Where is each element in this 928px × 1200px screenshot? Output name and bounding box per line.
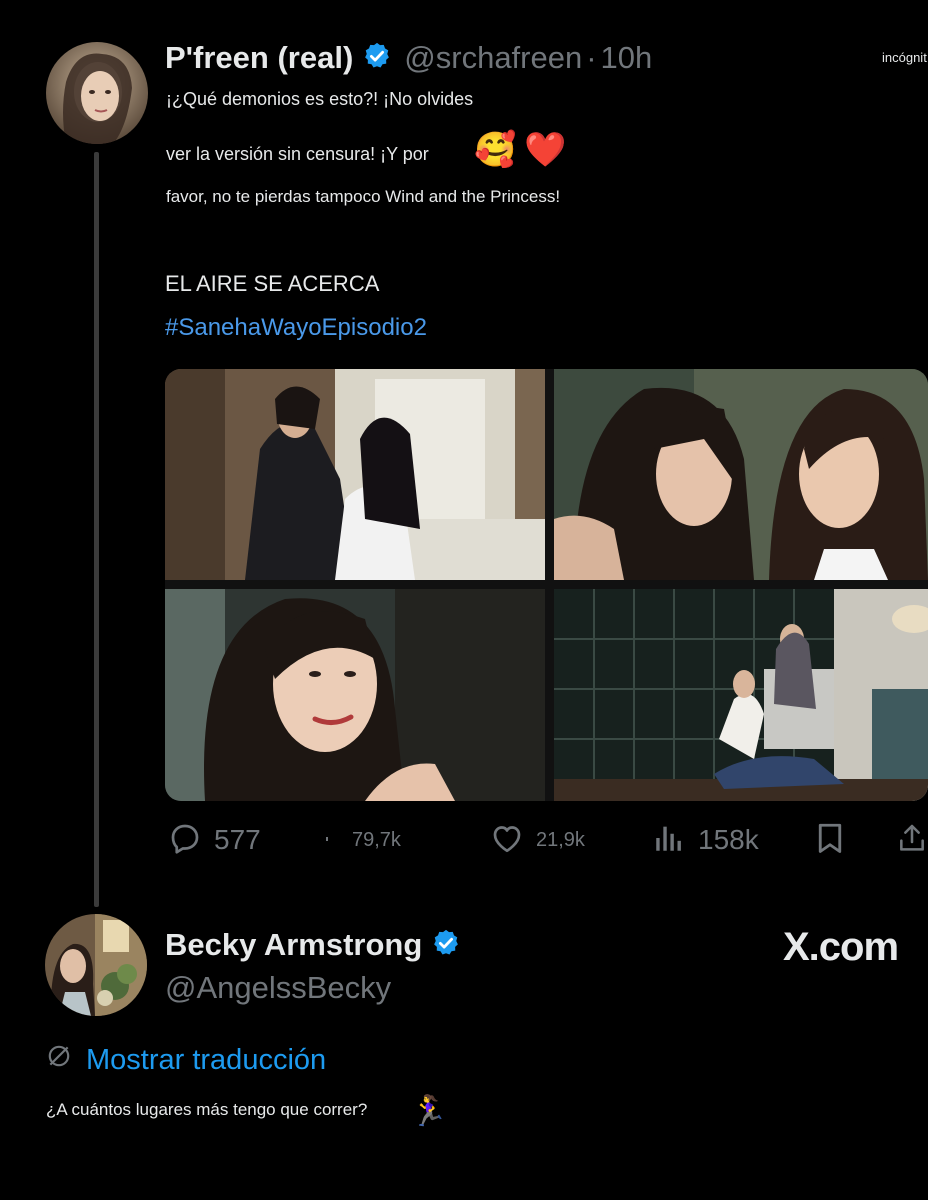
x-com-watermark: X.com xyxy=(783,925,899,969)
reply-author-avatar[interactable] xyxy=(45,914,147,1016)
media-image-4[interactable] xyxy=(554,589,928,801)
show-translation-link[interactable]: Mostrar traducción xyxy=(46,1043,326,1077)
hashtag-link[interactable]: #SanehaWayoEpisodio2 xyxy=(165,314,427,342)
like-button[interactable]: 21,9k xyxy=(488,820,585,860)
reply-text: ¿A cuántos lugares más tengo que correr? xyxy=(46,1100,368,1119)
verified-badge-icon xyxy=(431,928,461,963)
reply-count: 577 xyxy=(214,824,261,855)
reply-author-handle[interactable]: @AngelssBecky xyxy=(165,970,391,1006)
translate-icon xyxy=(46,1043,72,1077)
woman-running-emoji: 🏃‍♀️ xyxy=(410,1095,448,1128)
red-heart-emoji: ❤️ xyxy=(524,131,567,169)
separator-dot: · xyxy=(586,40,597,75)
tweet-text-line-3: favor, no te pierdas tampoco Wind and th… xyxy=(166,187,561,206)
views-count: 158k xyxy=(698,824,759,855)
show-translation-label[interactable]: Mostrar traducción xyxy=(86,1044,326,1077)
author-handle[interactable]: @srchafreen xyxy=(404,40,582,76)
author-name[interactable]: P'freen (real) xyxy=(165,40,353,76)
media-image-2[interactable] xyxy=(554,369,928,580)
like-count: 21,9k xyxy=(536,828,585,851)
views-button[interactable]: 158k xyxy=(652,820,759,860)
bookmark-icon xyxy=(812,819,848,862)
tweet-timestamp[interactable]: 10h xyxy=(601,40,653,76)
media-image-3[interactable] xyxy=(165,589,545,801)
reply-author-name[interactable]: Becky Armstrong xyxy=(165,927,422,963)
tweet-text-line-2: ver la versión sin censura! ¡Y por xyxy=(166,144,429,164)
media-grid[interactable] xyxy=(165,369,928,801)
repost-button[interactable]: 79,7k xyxy=(322,822,401,858)
author-avatar[interactable] xyxy=(46,42,148,144)
reply-button[interactable]: 577 xyxy=(166,820,261,860)
views-icon xyxy=(652,820,686,861)
thread-connector-line xyxy=(94,152,99,907)
media-image-1[interactable] xyxy=(165,369,545,580)
repost-icon xyxy=(322,831,332,849)
incognito-label: incógnit xyxy=(882,50,927,65)
bookmark-button[interactable] xyxy=(812,820,848,860)
verified-badge-icon xyxy=(362,41,392,76)
smiling-face-hearts-emoji: 🥰 xyxy=(474,131,517,169)
share-icon xyxy=(896,819,928,862)
heart-icon xyxy=(488,820,526,861)
share-button[interactable] xyxy=(896,820,928,860)
tweet-headline: EL AIRE SE ACERCA xyxy=(165,271,380,296)
repost-count: 79,7k xyxy=(352,828,401,851)
tweet-text-line-1: ¡¿Qué demonios es esto?! ¡No olvides xyxy=(166,89,474,109)
reply-icon xyxy=(166,820,204,861)
